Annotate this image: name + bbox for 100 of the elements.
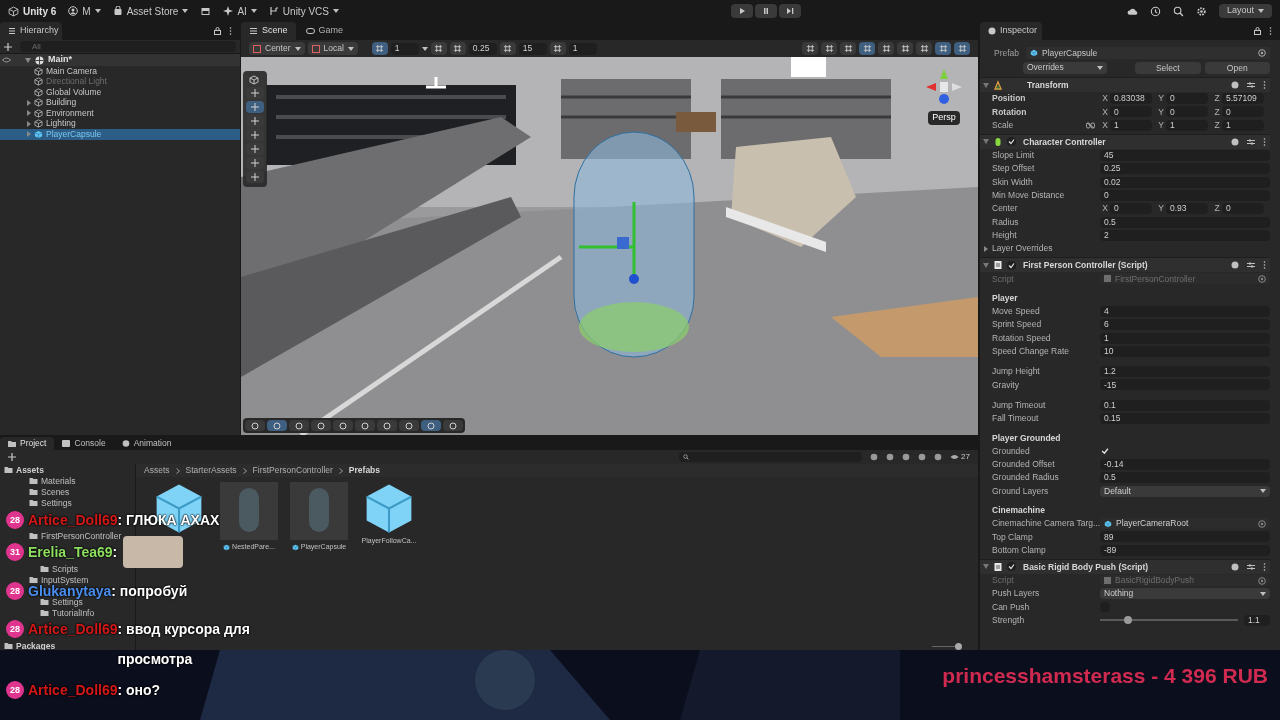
number-field[interactable]: 0.02 xyxy=(1100,176,1270,188)
panel-tab[interactable]: Console xyxy=(54,437,114,450)
hand-tool-button[interactable] xyxy=(246,87,264,99)
pause-button[interactable] xyxy=(754,4,777,18)
scene-name[interactable]: Main* xyxy=(48,53,72,67)
move-tool-button[interactable] xyxy=(246,101,264,113)
prefab-button[interactable]: Open xyxy=(1204,61,1270,74)
scene-tool-button[interactable] xyxy=(916,42,932,55)
overlay-tool-button[interactable] xyxy=(311,420,331,431)
overlay-tool-button[interactable] xyxy=(333,420,353,431)
settings-button[interactable] xyxy=(1195,5,1207,17)
breadcrumb-link[interactable]: Assets xyxy=(144,464,170,477)
account-menu[interactable]: M xyxy=(68,3,101,19)
scale-snap-button[interactable] xyxy=(549,42,566,55)
angle-snap-field[interactable]: 15 xyxy=(518,42,547,55)
panel-tab[interactable]: Project xyxy=(0,437,55,450)
overlay-tool-button[interactable] xyxy=(289,420,309,431)
component-header[interactable]: Transform xyxy=(980,77,1270,92)
scene-tool-button[interactable] xyxy=(935,42,951,55)
number-field[interactable]: 45 xyxy=(1100,150,1270,162)
space-dropdown[interactable]: Local xyxy=(307,42,358,55)
angle-snap-button[interactable] xyxy=(499,42,516,55)
breadcrumb-link[interactable]: StarterAssets xyxy=(185,464,237,477)
scale-snap-field[interactable]: 1 xyxy=(568,42,597,55)
folder-item[interactable]: Settings xyxy=(40,597,83,606)
number-field[interactable]: 0 xyxy=(1110,203,1152,215)
number-field[interactable]: 1.2 xyxy=(1100,366,1270,378)
number-field[interactable]: -15 xyxy=(1100,379,1270,391)
hierarchy-item[interactable]: Environment xyxy=(0,108,240,119)
toolbar-menu[interactable]: Asset Store xyxy=(112,3,189,19)
layer-dropdown[interactable]: Default xyxy=(1100,485,1270,497)
number-field[interactable]: 1 xyxy=(1166,119,1208,131)
rect-tool-button[interactable] xyxy=(246,143,264,155)
custom-tool-button[interactable] xyxy=(246,171,264,183)
overlay-tool-button[interactable] xyxy=(399,420,419,431)
number-field[interactable]: 0.93 xyxy=(1166,203,1208,215)
scene-tool-button[interactable] xyxy=(954,42,970,55)
search-button[interactable] xyxy=(1172,5,1184,17)
number-field[interactable]: 2 xyxy=(1100,229,1270,241)
number-field[interactable]: -89 xyxy=(1100,544,1270,556)
number-field[interactable]: 0.15 xyxy=(1100,413,1270,425)
number-field[interactable]: 0.5 xyxy=(1100,472,1270,484)
foldout-label[interactable]: Layer Overrides xyxy=(992,242,1053,255)
folder-item[interactable]: FirstPersonController xyxy=(29,531,122,540)
snap-button[interactable] xyxy=(430,42,447,55)
number-field[interactable]: 0.5 xyxy=(1100,216,1270,228)
transform-tool-button[interactable] xyxy=(246,157,264,169)
hierarchy-item[interactable]: Lighting xyxy=(0,118,240,129)
prefab-button[interactable]: Select xyxy=(1135,61,1201,74)
hierarchy-item[interactable]: Building xyxy=(0,97,240,108)
panel-tab[interactable]: Animation xyxy=(113,437,180,450)
overlay-tool-button[interactable] xyxy=(421,420,441,431)
number-field[interactable]: 89 xyxy=(1100,531,1270,543)
number-field[interactable]: 0 xyxy=(1100,189,1270,201)
overlay-tool-button[interactable] xyxy=(443,420,463,431)
prefab-field[interactable]: PlayerCapsule xyxy=(1026,47,1270,59)
component-header[interactable]: Character Controller xyxy=(980,133,1270,149)
layer-dropdown[interactable]: Nothing xyxy=(1100,588,1270,600)
number-field[interactable]: 1 xyxy=(1222,119,1264,131)
hierarchy-item[interactable]: Global Volume xyxy=(0,87,240,98)
layout-dropdown[interactable]: Layout xyxy=(1218,4,1272,18)
scene-tool-button[interactable] xyxy=(821,42,837,55)
number-field[interactable]: 0 xyxy=(1166,93,1208,105)
number-field[interactable]: 4 xyxy=(1100,306,1270,317)
scene-tool-button[interactable] xyxy=(859,42,875,55)
number-field[interactable]: 0 xyxy=(1222,106,1264,118)
toolbar-menu[interactable]: Unity VCS xyxy=(268,3,339,19)
overrides-dropdown[interactable]: Overrides xyxy=(1023,61,1107,74)
scene-tab[interactable]: Scene xyxy=(241,22,296,40)
folder-item[interactable]: Materials xyxy=(29,476,76,485)
component-checkbox[interactable] xyxy=(1007,562,1016,572)
zoom-slider-thumb[interactable] xyxy=(955,643,962,650)
number-field[interactable]: 0 xyxy=(1110,106,1152,118)
hierarchy-item[interactable]: Main Camera xyxy=(0,66,240,77)
scene-tool-button[interactable] xyxy=(840,42,856,55)
overlay-tool-button[interactable] xyxy=(377,420,397,431)
history-button[interactable] xyxy=(1149,5,1161,17)
folder-item[interactable]: Scripts xyxy=(40,564,78,573)
pivot-dropdown[interactable]: Center xyxy=(249,42,305,55)
overlay-tool-button[interactable] xyxy=(245,420,265,431)
hierarchy-tab[interactable]: Hierarchy xyxy=(0,22,62,40)
number-field[interactable]: 0 xyxy=(1166,106,1208,118)
move-snap-button[interactable] xyxy=(449,42,466,55)
component-checkbox[interactable] xyxy=(1007,137,1016,147)
component-header[interactable]: Basic Rigid Body Push (Script) xyxy=(980,558,1270,574)
component-checkbox[interactable] xyxy=(1007,260,1016,270)
scene-tool-button[interactable] xyxy=(897,42,913,55)
breadcrumb-link[interactable]: Prefabs xyxy=(348,464,381,477)
folder-item[interactable]: Settings xyxy=(29,498,72,507)
object-field[interactable]: PlayerCameraRoot xyxy=(1100,518,1270,530)
number-field[interactable]: -0.14 xyxy=(1100,458,1270,470)
number-field[interactable]: 5.57109 xyxy=(1222,93,1264,105)
rotate-tool-button[interactable] xyxy=(246,115,264,127)
number-field[interactable]: 1 xyxy=(1110,119,1152,131)
breadcrumb-link[interactable]: FirstPersonController xyxy=(252,464,333,477)
folder-item[interactable]: Scenes xyxy=(29,487,70,496)
scene-tool-button[interactable] xyxy=(878,42,894,55)
toolbar-menu[interactable]: AI xyxy=(223,3,257,19)
number-field[interactable]: 0 xyxy=(1222,203,1264,215)
step-button[interactable] xyxy=(778,4,801,18)
